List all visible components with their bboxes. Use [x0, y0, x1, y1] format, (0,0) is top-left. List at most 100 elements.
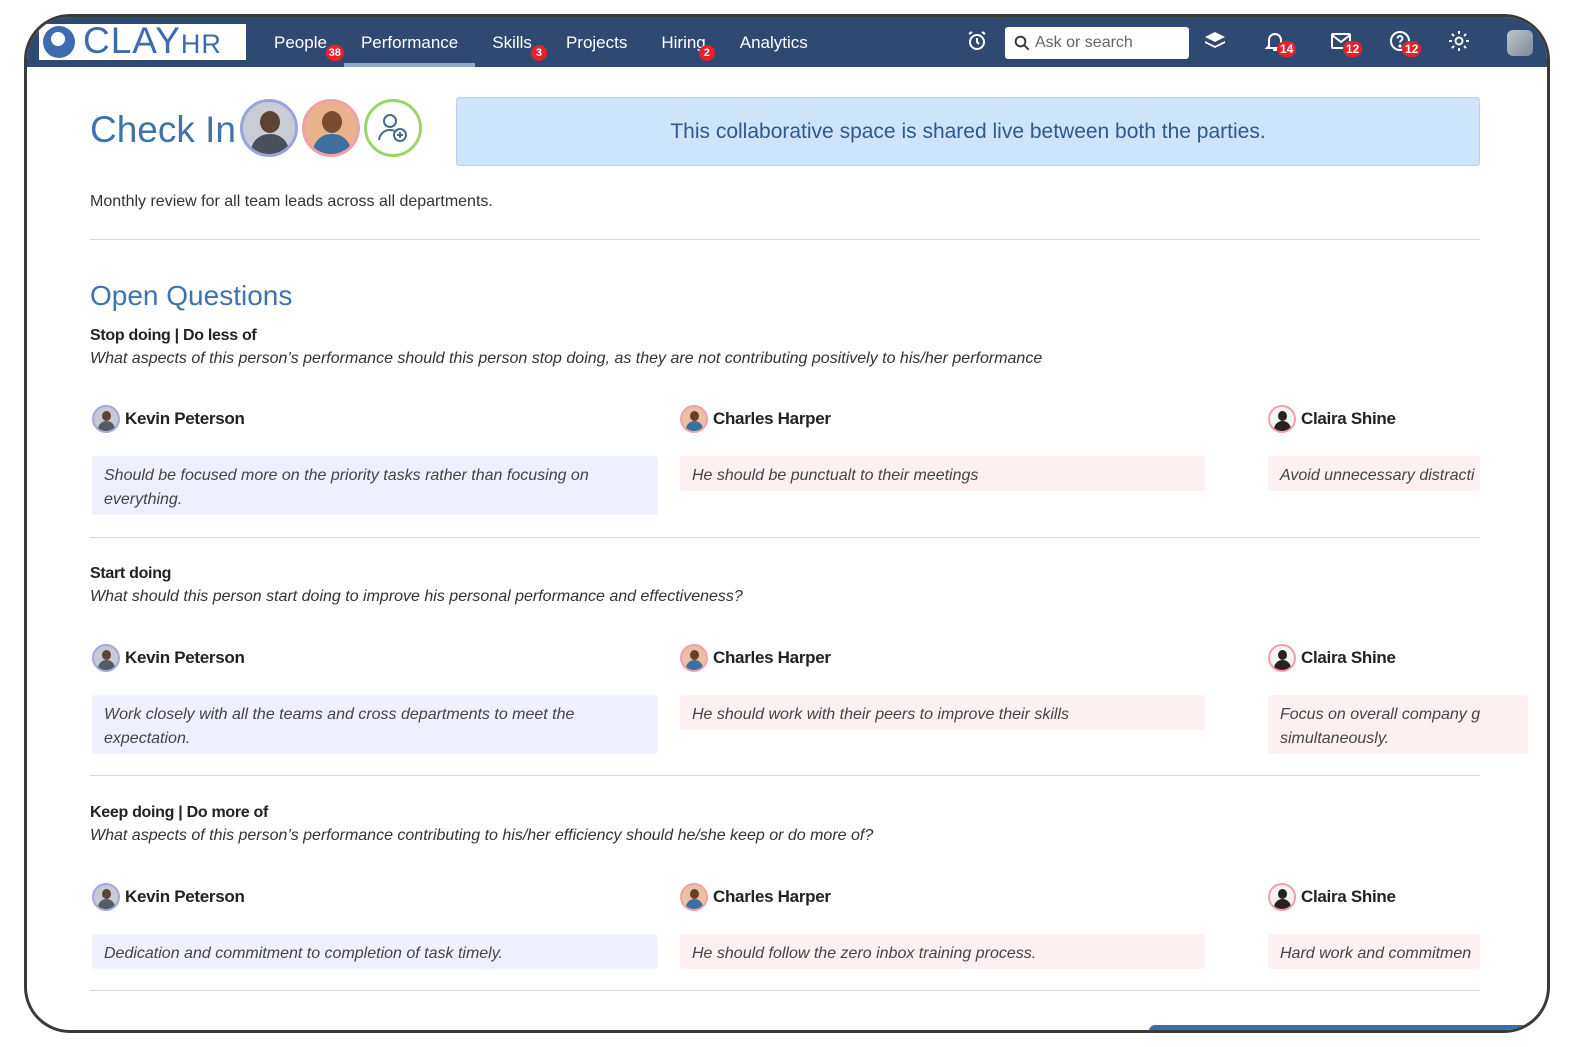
- answer-card: Claira Shine Focus on overall company g …: [1268, 643, 1528, 754]
- respondent: Claira Shine: [1268, 882, 1480, 912]
- respondent-avatar: [1268, 405, 1296, 433]
- search-input[interactable]: [1035, 34, 1185, 52]
- page-title: Check In: [90, 109, 237, 150]
- respondent-avatar: [1268, 883, 1296, 911]
- respondent-name: Claira Shine: [1301, 409, 1396, 428]
- nav-people[interactable]: People 38: [257, 17, 344, 67]
- clayhr-logo[interactable]: CLAYHR: [39, 19, 246, 61]
- nav-skills-badge: 3: [530, 45, 547, 61]
- app-window: CLAYHR People 38 Performance Skills 3 Pr…: [24, 14, 1550, 1033]
- section-title: Open Questions: [90, 280, 293, 311]
- nav-hiring[interactable]: Hiring 2: [644, 17, 722, 67]
- logo-text: CLAYHR: [83, 19, 222, 61]
- response-text[interactable]: Should be focused more on the priority t…: [92, 456, 658, 515]
- notification-bell-icon[interactable]: 14: [1263, 29, 1297, 57]
- response-text[interactable]: Dedication and commitment to completion …: [92, 934, 658, 969]
- user-avatar[interactable]: [1507, 30, 1533, 56]
- notifications-badge: 14: [1277, 41, 1297, 57]
- respondent: Kevin Peterson: [92, 882, 658, 912]
- respondent: Kevin Peterson: [92, 643, 658, 673]
- nav-performance[interactable]: Performance: [343, 17, 476, 67]
- nav-people-badge: 38: [325, 45, 344, 61]
- response-text[interactable]: Hard work and commitmen: [1268, 934, 1480, 969]
- respondent-name: Charles Harper: [713, 648, 831, 667]
- nav-people-label: People: [274, 33, 327, 52]
- respondent-avatar: [680, 405, 708, 433]
- page-subtitle: Monthly review for all team leads across…: [90, 193, 493, 210]
- question-title: Start doing: [90, 565, 172, 582]
- response-text[interactable]: He should work with their peers to impro…: [680, 695, 1205, 730]
- answer-card: Charles Harper He should follow the zero…: [680, 882, 1205, 969]
- answer-card: Claira Shine Hard work and commitmen: [1268, 882, 1480, 969]
- response-text[interactable]: Avoid unnecessary distracti: [1268, 456, 1480, 491]
- nav-skills[interactable]: Skills 3: [475, 17, 549, 67]
- question-description: What should this person start doing to i…: [90, 588, 743, 605]
- response-text[interactable]: He should follow the zero inbox training…: [680, 934, 1205, 969]
- help-badge: 12: [1402, 41, 1422, 57]
- bottom-action-bar[interactable]: [1149, 1025, 1529, 1030]
- participant-avatar[interactable]: [302, 99, 360, 157]
- respondent-avatar: [92, 883, 120, 911]
- nav-projects[interactable]: Projects: [549, 17, 644, 67]
- search-box[interactable]: [1005, 27, 1189, 59]
- nav-hiring-badge: 2: [698, 45, 715, 61]
- answer-card: Charles Harper He should work with their…: [680, 643, 1205, 730]
- respondent-avatar: [680, 883, 708, 911]
- respondent: Charles Harper: [680, 882, 1205, 912]
- question-title: Stop doing | Do less of: [90, 327, 257, 344]
- respondent: Charles Harper: [680, 404, 1205, 434]
- respondent-name: Claira Shine: [1301, 887, 1396, 906]
- divider: [90, 990, 1480, 991]
- top-navigation-bar: CLAYHR People 38 Performance Skills 3 Pr…: [27, 17, 1547, 67]
- messages-badge: 12: [1343, 41, 1363, 57]
- respondent-avatar: [92, 405, 120, 433]
- layers-icon[interactable]: [1203, 29, 1231, 57]
- respondent-avatar: [92, 644, 120, 672]
- alarm-clock-icon[interactable]: [965, 29, 993, 57]
- question-block: Start doing What should this person star…: [90, 565, 1490, 606]
- add-participant-button[interactable]: [364, 99, 422, 157]
- main-nav: People 38 Performance Skills 3 Projects …: [257, 17, 825, 67]
- answer-card: Kevin Peterson Should be focused more on…: [92, 404, 658, 515]
- respondent-avatar: [1268, 644, 1296, 672]
- response-text[interactable]: Focus on overall company g simultaneousl…: [1268, 695, 1528, 754]
- answer-card: Kevin Peterson Work closely with all the…: [92, 643, 658, 754]
- question-description: What aspects of this person’s performanc…: [90, 350, 1043, 367]
- nav-performance-label: Performance: [360, 33, 459, 52]
- add-user-icon: [378, 114, 407, 142]
- help-icon[interactable]: 12: [1388, 29, 1422, 57]
- question-block: Keep doing | Do more of What aspects of …: [90, 804, 1490, 845]
- divider: [90, 537, 1480, 538]
- respondent-name: Claira Shine: [1301, 648, 1396, 667]
- answer-card: Claira Shine Avoid unnecessary distracti: [1268, 404, 1480, 491]
- gear-icon[interactable]: [1447, 29, 1475, 57]
- participants: [240, 99, 422, 157]
- respondent: Charles Harper: [680, 643, 1205, 673]
- nav-analytics[interactable]: Analytics: [723, 17, 825, 67]
- response-text[interactable]: He should be punctualt to their meetings: [680, 456, 1205, 491]
- nav-skills-label: Skills: [492, 33, 532, 52]
- divider: [90, 775, 1480, 776]
- response-text[interactable]: Work closely with all the teams and cros…: [92, 695, 658, 754]
- nav-projects-label: Projects: [565, 33, 628, 52]
- participant-avatar[interactable]: [240, 99, 298, 157]
- logo-icon: [43, 26, 75, 58]
- nav-analytics-label: Analytics: [739, 33, 808, 52]
- question-title: Keep doing | Do more of: [90, 804, 269, 821]
- search-icon: [1014, 35, 1030, 51]
- banner-text: This collaborative space is shared live …: [670, 119, 1266, 143]
- respondent-name: Charles Harper: [713, 409, 831, 428]
- collaboration-banner: This collaborative space is shared live …: [456, 97, 1480, 166]
- respondent: Claira Shine: [1268, 643, 1480, 673]
- answer-card: Kevin Peterson Dedication and commitment…: [92, 882, 658, 969]
- answer-card: Charles Harper He should be punctualt to…: [680, 404, 1205, 491]
- question-block: Stop doing | Do less of What aspects of …: [90, 327, 1490, 368]
- respondent-name: Charles Harper: [713, 887, 831, 906]
- respondent: Kevin Peterson: [92, 404, 658, 434]
- respondent: Claira Shine: [1268, 404, 1480, 434]
- question-description: What aspects of this person’s performanc…: [90, 827, 874, 844]
- divider: [90, 239, 1480, 240]
- mail-icon[interactable]: 12: [1329, 29, 1363, 57]
- respondent-name: Kevin Peterson: [125, 409, 245, 428]
- respondent-name: Kevin Peterson: [125, 887, 245, 906]
